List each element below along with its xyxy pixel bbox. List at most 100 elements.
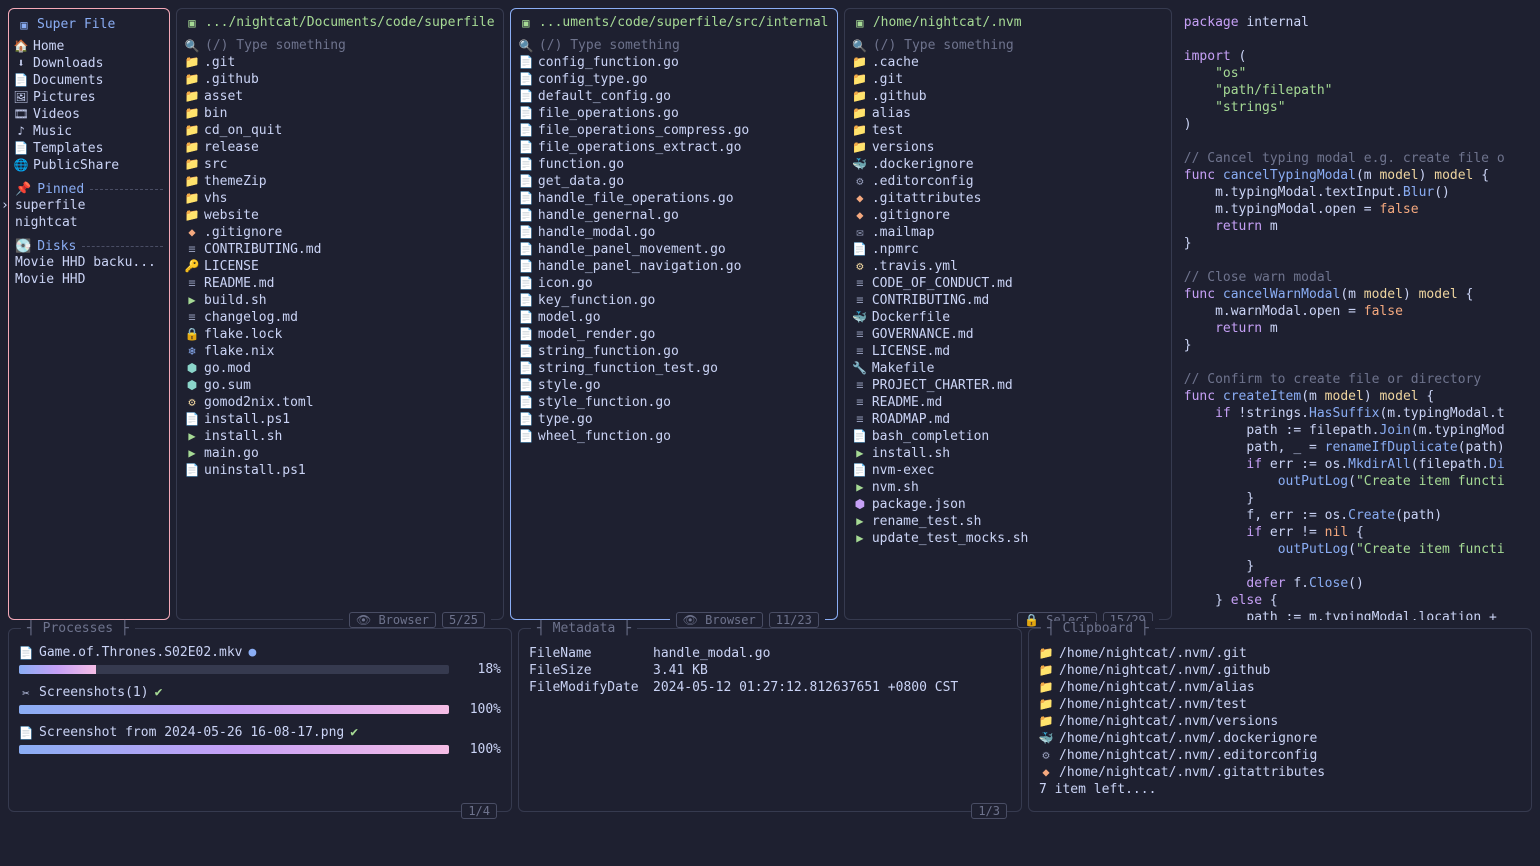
- file-row[interactable]: ≡README.md: [853, 394, 1163, 411]
- sidebar-place[interactable]: 📄Templates: [15, 140, 163, 157]
- file-row[interactable]: 📄nvm-exec: [853, 462, 1163, 479]
- file-row[interactable]: ⚙.travis.yml: [853, 258, 1163, 275]
- file-row[interactable]: ⬢package.json: [853, 496, 1163, 513]
- file-row[interactable]: ≡ROADMAP.md: [853, 411, 1163, 428]
- file-row[interactable]: 📄key_function.go: [519, 292, 829, 309]
- file-row[interactable]: 📄handle_modal.go: [519, 224, 829, 241]
- sidebar-pinned-item[interactable]: nightcat: [15, 214, 163, 231]
- file-pane[interactable]: ▣.../nightcat/Documents/code/superfile 🔍…: [176, 8, 504, 620]
- file-row[interactable]: 📄wheel_function.go: [519, 428, 829, 445]
- file-row[interactable]: ▶rename_test.sh: [853, 513, 1163, 530]
- file-row[interactable]: 📄handle_file_operations.go: [519, 190, 829, 207]
- file-row[interactable]: ◆.gitattributes: [853, 190, 1163, 207]
- file-row[interactable]: ⚙.editorconfig: [853, 173, 1163, 190]
- file-row[interactable]: 🔒flake.lock: [185, 326, 495, 343]
- sidebar-pinned-item[interactable]: superfile: [15, 197, 163, 214]
- file-row[interactable]: ⚙gomod2nix.toml: [185, 394, 495, 411]
- file-row[interactable]: 📁.git: [185, 54, 495, 71]
- file-row[interactable]: 📁.github: [185, 71, 495, 88]
- file-row[interactable]: 📄config_type.go: [519, 71, 829, 88]
- file-row[interactable]: 📄file_operations_compress.go: [519, 122, 829, 139]
- file-row[interactable]: 📁release: [185, 139, 495, 156]
- clipboard-row[interactable]: 📁/home/nightcat/.nvm/versions: [1039, 713, 1521, 730]
- file-row[interactable]: 📁.github: [853, 88, 1163, 105]
- file-row[interactable]: 📁alias: [853, 105, 1163, 122]
- file-row[interactable]: 📄default_config.go: [519, 88, 829, 105]
- sidebar-place[interactable]: 🏠Home: [15, 38, 163, 55]
- file-row[interactable]: 📄style.go: [519, 377, 829, 394]
- file-row[interactable]: 📁.cache: [853, 54, 1163, 71]
- file-row[interactable]: ✉.mailmap: [853, 224, 1163, 241]
- file-row[interactable]: 📄.npmrc: [853, 241, 1163, 258]
- file-row[interactable]: 📄bash_completion: [853, 428, 1163, 445]
- file-row[interactable]: ≡CONTRIBUTING.md: [185, 241, 495, 258]
- pane-search[interactable]: 🔍(/) Type something: [511, 37, 837, 54]
- file-row[interactable]: 📁asset: [185, 88, 495, 105]
- file-row[interactable]: ≡GOVERNANCE.md: [853, 326, 1163, 343]
- file-row[interactable]: ≡LICENSE.md: [853, 343, 1163, 360]
- file-row[interactable]: ⬢go.mod: [185, 360, 495, 377]
- file-row[interactable]: 📁themeZip: [185, 173, 495, 190]
- file-row[interactable]: 📁src: [185, 156, 495, 173]
- file-row[interactable]: ▶install.sh: [185, 428, 495, 445]
- file-row[interactable]: 📄model.go: [519, 309, 829, 326]
- file-row[interactable]: 📄model_render.go: [519, 326, 829, 343]
- file-row[interactable]: 📄config_function.go: [519, 54, 829, 71]
- clipboard-row[interactable]: 📁/home/nightcat/.nvm/alias: [1039, 679, 1521, 696]
- file-row[interactable]: ◆.gitignore: [185, 224, 495, 241]
- file-row[interactable]: 📁bin: [185, 105, 495, 122]
- file-row[interactable]: 📄file_operations.go: [519, 105, 829, 122]
- file-row[interactable]: 🔧Makefile: [853, 360, 1163, 377]
- file-row[interactable]: 📄handle_panel_movement.go: [519, 241, 829, 258]
- file-pane[interactable]: ▣...uments/code/superfile/src/internal 🔍…: [510, 8, 838, 620]
- file-row[interactable]: 📄function.go: [519, 156, 829, 173]
- file-row[interactable]: ▶nvm.sh: [853, 479, 1163, 496]
- file-row[interactable]: ❄flake.nix: [185, 343, 495, 360]
- sidebar-disk-item[interactable]: Movie HHD backu...: [15, 254, 163, 271]
- file-row[interactable]: 📄style_function.go: [519, 394, 829, 411]
- sidebar-place[interactable]: ♪Music: [15, 123, 163, 140]
- clipboard-row[interactable]: ⚙/home/nightcat/.nvm/.editorconfig: [1039, 747, 1521, 764]
- file-row[interactable]: 📄get_data.go: [519, 173, 829, 190]
- clipboard-row[interactable]: ◆/home/nightcat/.nvm/.gitattributes: [1039, 764, 1521, 781]
- clipboard-row[interactable]: 📁/home/nightcat/.nvm/test: [1039, 696, 1521, 713]
- sidebar-place[interactable]: ⬇Downloads: [15, 55, 163, 72]
- file-pane[interactable]: ▣/home/nightcat/.nvm 🔍(/) Type something…: [844, 8, 1172, 620]
- file-row[interactable]: 📄icon.go: [519, 275, 829, 292]
- file-row[interactable]: ≡CONTRIBUTING.md: [853, 292, 1163, 309]
- file-row[interactable]: 🐳Dockerfile: [853, 309, 1163, 326]
- file-row[interactable]: ≡README.md: [185, 275, 495, 292]
- clipboard-row[interactable]: 📁/home/nightcat/.nvm/.github: [1039, 662, 1521, 679]
- file-row[interactable]: 📁cd_on_quit: [185, 122, 495, 139]
- file-row[interactable]: 📁.git: [853, 71, 1163, 88]
- file-row[interactable]: 📄uninstall.ps1: [185, 462, 495, 479]
- pane-search[interactable]: 🔍(/) Type something: [845, 37, 1171, 54]
- file-row[interactable]: ▶update_test_mocks.sh: [853, 530, 1163, 547]
- sidebar-place[interactable]: 🖼Pictures: [15, 89, 163, 106]
- file-row[interactable]: ▶main.go: [185, 445, 495, 462]
- file-row[interactable]: 📄string_function_test.go: [519, 360, 829, 377]
- file-row[interactable]: 📁vhs: [185, 190, 495, 207]
- sidebar-place[interactable]: 🌐PublicShare: [15, 157, 163, 174]
- file-row[interactable]: 📄type.go: [519, 411, 829, 428]
- file-row[interactable]: ≡CODE_OF_CONDUCT.md: [853, 275, 1163, 292]
- sidebar-disk-item[interactable]: Movie HHD: [15, 271, 163, 288]
- file-row[interactable]: ▶build.sh: [185, 292, 495, 309]
- file-row[interactable]: 📄file_operations_extract.go: [519, 139, 829, 156]
- file-row[interactable]: 🔑LICENSE: [185, 258, 495, 275]
- sidebar-place[interactable]: 📄Documents: [15, 72, 163, 89]
- file-row[interactable]: ⬢go.sum: [185, 377, 495, 394]
- file-row[interactable]: 📁test: [853, 122, 1163, 139]
- file-row[interactable]: 📁website: [185, 207, 495, 224]
- file-row[interactable]: ◆.gitignore: [853, 207, 1163, 224]
- file-row[interactable]: ≡PROJECT_CHARTER.md: [853, 377, 1163, 394]
- clipboard-row[interactable]: 🐳/home/nightcat/.nvm/.dockerignore: [1039, 730, 1521, 747]
- file-row[interactable]: ▶install.sh: [853, 445, 1163, 462]
- file-row[interactable]: 📄install.ps1: [185, 411, 495, 428]
- sidebar-place[interactable]: 🎞Videos: [15, 106, 163, 123]
- file-row[interactable]: 📄handle_panel_navigation.go: [519, 258, 829, 275]
- file-row[interactable]: 🐳.dockerignore: [853, 156, 1163, 173]
- file-row[interactable]: 📁versions: [853, 139, 1163, 156]
- file-row[interactable]: 📄handle_genernal.go: [519, 207, 829, 224]
- file-row[interactable]: ≡changelog.md: [185, 309, 495, 326]
